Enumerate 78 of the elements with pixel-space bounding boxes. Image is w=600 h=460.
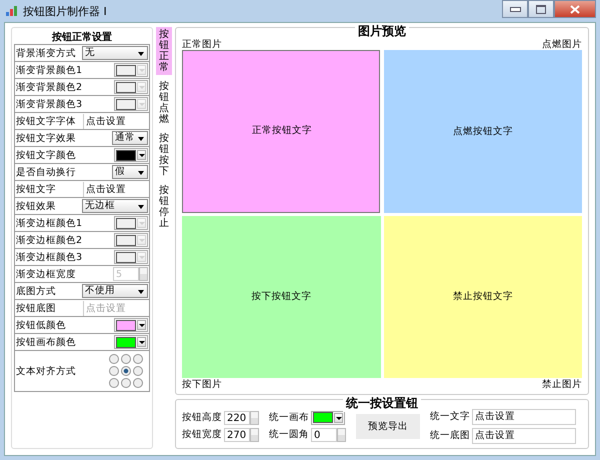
- setting-label: 渐变背景颜色3: [16, 98, 84, 110]
- text-field[interactable]: 点击设置: [83, 114, 149, 128]
- setting-label: 渐变背景颜色2: [16, 80, 84, 94]
- vertical-tab[interactable]: 按钮按下: [156, 131, 172, 179]
- button-preview: 禁止按钮文字: [384, 216, 582, 378]
- setting-label: 背景渐变方式: [16, 46, 77, 60]
- window-title: 按钮图片制作器 I: [23, 4, 107, 18]
- color-dropdown[interactable]: [114, 250, 148, 264]
- number-field[interactable]: 270: [224, 428, 250, 442]
- radio-button[interactable]: [121, 378, 131, 388]
- setting-label: 按钮文字字体: [16, 114, 77, 128]
- color-dropdown[interactable]: [114, 63, 148, 77]
- maximize-button[interactable]: [528, 0, 554, 18]
- text-field[interactable]: 点击设置: [472, 428, 576, 444]
- panel-title: 统一按设置钮: [343, 395, 421, 412]
- field-label: 按钮宽度: [182, 428, 222, 441]
- setting-label: 渐变边框颜色3: [16, 250, 84, 264]
- button-preview: 点燃按钮文字: [384, 50, 582, 212]
- setting-label: 按钮文字效果: [16, 132, 77, 144]
- setting-label: 渐变背景颜色1: [16, 64, 84, 76]
- export-button[interactable]: 预览导出: [356, 414, 420, 438]
- color-dropdown[interactable]: [114, 335, 148, 349]
- field-label: 按钮高度: [182, 411, 222, 424]
- text-field[interactable]: 点击设置: [472, 408, 576, 424]
- setting-label: 底图方式: [16, 284, 57, 298]
- setting-label: 按钮低颜色: [16, 318, 67, 332]
- radio-button[interactable]: [121, 354, 131, 364]
- dropdown[interactable]: 通常: [112, 131, 148, 145]
- radio-button[interactable]: [109, 366, 119, 376]
- setting-label: 按钮效果: [16, 200, 57, 212]
- minimize-button[interactable]: [502, 0, 528, 18]
- radio-button[interactable]: [133, 378, 143, 388]
- setting-label: 渐变边框颜色2: [16, 234, 84, 246]
- vertical-tab[interactable]: 按钮停止: [156, 183, 172, 231]
- preview-caption: 点燃图片: [542, 38, 582, 50]
- radio-button[interactable]: [121, 366, 131, 376]
- app-icon: [6, 6, 18, 16]
- button-preview: 按下按钮文字: [182, 216, 380, 378]
- radio-button[interactable]: [109, 378, 119, 388]
- field-label: 统一圆角: [269, 428, 309, 441]
- setting-label: 渐变边框宽度: [16, 268, 77, 280]
- field-label: 统一底图: [430, 429, 470, 442]
- setting-label: 按钮底图: [16, 302, 57, 314]
- setting-label: 是否自动换行: [16, 166, 77, 178]
- close-icon: [570, 4, 580, 14]
- button-preview: 正常按钮文字: [182, 50, 380, 212]
- text-field[interactable]: 点击设置: [83, 182, 149, 196]
- color-dropdown[interactable]: [114, 148, 148, 162]
- preview-caption: 禁止图片: [542, 378, 582, 390]
- dropdown[interactable]: 不使用: [82, 284, 148, 298]
- setting-label: 渐变边框颜色1: [16, 216, 84, 230]
- vertical-tab[interactable]: 按钮点燃: [156, 79, 172, 127]
- panel-title: 按钮正常设置: [50, 30, 113, 44]
- setting-label: 按钮文字颜色: [16, 148, 77, 162]
- panel-title: 图片预览: [355, 23, 409, 40]
- radio-button[interactable]: [133, 354, 143, 364]
- preview-caption: 正常图片: [182, 38, 223, 50]
- vertical-tab[interactable]: 按钮正常: [156, 27, 172, 75]
- radio-button[interactable]: [133, 366, 143, 376]
- field-label: 统一画布: [269, 411, 309, 424]
- color-dropdown[interactable]: [311, 410, 345, 424]
- setting-label: 按钮文字: [16, 182, 57, 196]
- color-dropdown[interactable]: [114, 97, 148, 111]
- dropdown[interactable]: 假: [112, 165, 148, 179]
- setting-label: 按钮画布颜色: [16, 336, 77, 348]
- radio-button[interactable]: [109, 354, 119, 364]
- number-field[interactable]: 220: [224, 410, 250, 424]
- color-dropdown[interactable]: [114, 233, 148, 247]
- field-label: 统一文字: [430, 410, 470, 423]
- color-dropdown[interactable]: [114, 318, 148, 332]
- number-field[interactable]: 0: [311, 428, 337, 442]
- setting-label: 文本对齐方式: [16, 364, 77, 378]
- color-dropdown[interactable]: [114, 80, 148, 94]
- dropdown[interactable]: 无边框: [82, 199, 148, 213]
- preview-caption: 按下图片: [182, 378, 223, 390]
- close-button[interactable]: [554, 0, 596, 18]
- dropdown[interactable]: 无: [82, 46, 148, 60]
- color-dropdown[interactable]: [114, 216, 148, 230]
